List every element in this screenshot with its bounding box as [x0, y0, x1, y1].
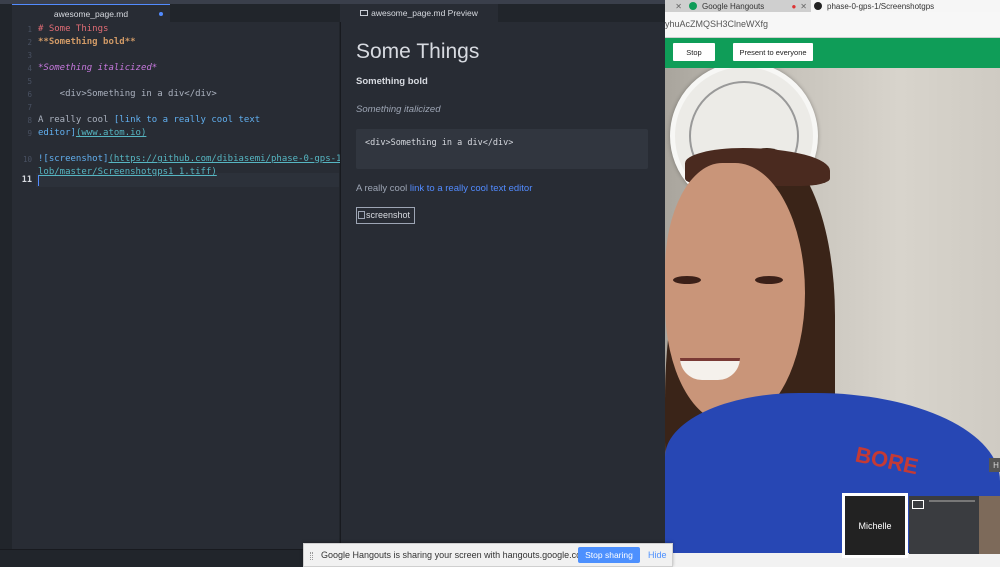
- tab-github[interactable]: phase-0-gps-1/Screenshotgps: [811, 0, 1000, 12]
- preview-paragraph: A really cool link to a really cool text…: [356, 183, 532, 194]
- eye: [673, 276, 701, 284]
- thumbnail-preview-lines: [929, 500, 975, 502]
- address-bar[interactable]: yhuAcZMQSH3ClneWXfg: [665, 12, 1000, 38]
- tab-title: Google Hangouts: [702, 1, 765, 11]
- line-number: 7: [27, 103, 32, 112]
- line-number-gutter: 1 2 3 4 5 6 7 8 9 10 11: [12, 22, 36, 549]
- line-number: 2: [27, 38, 32, 47]
- participant-thumbnail-partial[interactable]: [979, 496, 1000, 554]
- code-line-image[interactable]: ![screenshot](https://github.com/dibiase…: [38, 154, 352, 164]
- text-cursor: [38, 175, 39, 186]
- hangouts-presenting-bar: Stop Present to everyone: [665, 38, 1000, 68]
- image-alt-text: screenshot: [366, 210, 411, 220]
- unsaved-dot-icon[interactable]: [159, 12, 163, 16]
- screen-sharing-notification: Google Hangouts is sharing your screen w…: [303, 543, 673, 567]
- tab-google-hangouts[interactable]: Google Hangouts ● ✕: [686, 0, 811, 12]
- code-line-bold[interactable]: **Something bold**: [38, 37, 136, 47]
- url-text[interactable]: yhuAcZMQSH3ClneWXfg: [665, 19, 768, 29]
- code-url: (https://github.com/dibiasemi/phase-0-gp…: [108, 154, 353, 164]
- line-number: 5: [27, 77, 32, 86]
- tab-label: awesome_page.md: [53, 8, 129, 19]
- code-line-italic[interactable]: *Something italicized*: [38, 63, 157, 73]
- recording-dot-icon: ●: [791, 1, 797, 11]
- close-tab-icon[interactable]: ✕: [675, 2, 682, 11]
- preview-heading: Some Things: [356, 40, 480, 63]
- code-line-link-cont[interactable]: editor](www.atom.io): [38, 128, 146, 138]
- code-line-div[interactable]: <div>Something in a div</div>: [38, 89, 217, 99]
- code-line-link[interactable]: A really cool [link to a really cool tex…: [38, 115, 260, 125]
- present-to-everyone-button[interactable]: Present to everyone: [733, 43, 813, 61]
- line-number: 1: [27, 25, 32, 34]
- line-number: 10: [22, 155, 32, 164]
- stop-button[interactable]: Stop: [673, 43, 715, 61]
- hangouts-icon: [689, 2, 697, 10]
- line-number: 4: [27, 64, 32, 73]
- preview-code-block: <div>Something in a div</div>: [356, 129, 648, 169]
- line-number: 3: [27, 51, 32, 60]
- eye: [755, 276, 783, 284]
- side-panel-handle[interactable]: H: [989, 458, 1000, 472]
- stop-sharing-button[interactable]: Stop sharing: [578, 547, 640, 563]
- code-url: (www.atom.io): [75, 128, 147, 138]
- screen-share-thumbnail[interactable]: [909, 496, 979, 554]
- line-number: 8: [27, 116, 32, 125]
- broken-image-icon: [358, 211, 365, 219]
- tab-markdown-preview[interactable]: awesome_page.md Preview: [340, 4, 498, 22]
- close-tab-icon[interactable]: ✕: [800, 2, 807, 11]
- sharing-message: Google Hangouts is sharing your screen w…: [321, 550, 592, 560]
- presenting-icon: [912, 500, 924, 509]
- participant-thumbnail-michelle[interactable]: Michelle: [842, 493, 908, 558]
- hangouts-video-feed: BORE: [665, 68, 1000, 553]
- screen: awesome_page.md awesome_page.md Preview …: [0, 0, 1000, 567]
- tab-partial[interactable]: ✕: [665, 0, 686, 12]
- atom-tab-bar: awesome_page.md awesome_page.md Preview: [0, 4, 665, 22]
- github-icon: [814, 2, 822, 10]
- hide-button[interactable]: Hide: [648, 550, 667, 560]
- markdown-preview-pane: Some Things Something bold Something ita…: [340, 22, 665, 549]
- drag-grip-icon[interactable]: [310, 552, 313, 560]
- code-line-heading[interactable]: # Some Things: [38, 24, 108, 34]
- preview-italic-text: Something italicized: [356, 104, 441, 115]
- preview-broken-image: screenshot: [356, 207, 415, 224]
- atom-editor-window: awesome_page.md awesome_page.md Preview …: [0, 0, 665, 567]
- chrome-tab-strip: ✕ Google Hangouts ● ✕ phase-0-gps-1/Scre…: [665, 0, 1000, 12]
- code-link-text: [link to a really cool text: [113, 115, 261, 125]
- tab-title: phase-0-gps-1/Screenshotgps: [827, 1, 935, 11]
- code-line-image-cont[interactable]: lob/master/Screenshotgps1_1.tiff): [38, 167, 217, 177]
- line-number: 6: [27, 90, 32, 99]
- preview-link[interactable]: link to a really cool text editor: [410, 183, 533, 194]
- preview-icon: [360, 10, 369, 16]
- chrome-window: ✕ Google Hangouts ● ✕ phase-0-gps-1/Scre…: [665, 0, 1000, 567]
- preview-para-text: A really cool: [356, 183, 410, 194]
- code-image-alt: ![screenshot]: [38, 154, 109, 164]
- line-number: 9: [27, 129, 32, 138]
- tab-label: awesome_page.md Preview: [371, 8, 478, 18]
- code-link-text: editor]: [38, 128, 76, 138]
- code-text: A really cool: [38, 115, 114, 125]
- editor-pane[interactable]: 1 2 3 4 5 6 7 8 9 10 11 # Some Things **…: [12, 22, 352, 549]
- preview-bold-text: Something bold: [356, 76, 428, 87]
- tab-awesome-page-md[interactable]: awesome_page.md: [12, 4, 170, 22]
- person-face: [665, 163, 805, 423]
- participant-name: Michelle: [858, 520, 892, 531]
- line-number-current: 11: [21, 175, 32, 185]
